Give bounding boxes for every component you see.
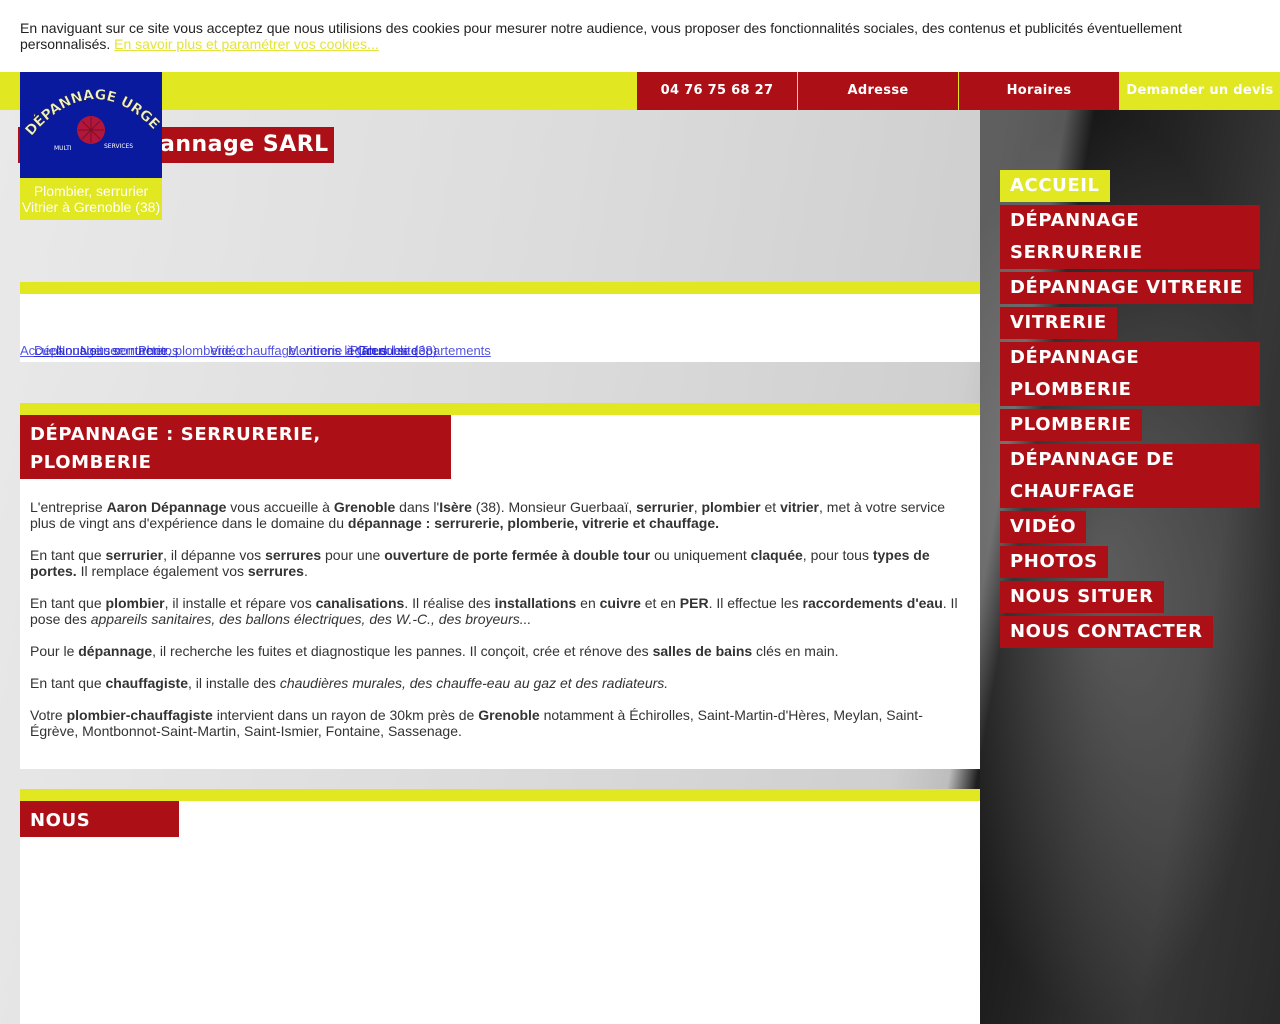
nav-item-nous-contacter[interactable]: NOUS CONTACTER xyxy=(1000,616,1213,648)
nav-item-depannage-vitrerie[interactable]: DÉPANNAGE VITRERIE xyxy=(1000,272,1253,304)
nav-label: DÉPANNAGE DE xyxy=(1010,449,1175,470)
breadcrumb-link[interactable]: Vidéo xyxy=(210,343,243,358)
nav-item-video[interactable]: VIDÉO xyxy=(1000,511,1087,543)
paragraph-repair: Pour le dépannage, il recherche les fuit… xyxy=(30,643,839,659)
breadcrumb: Accueil Dépannage : serrurerie, plomberi… xyxy=(20,343,620,361)
logo-caption-line1: Plombier, serrurier xyxy=(33,183,149,199)
nav-label: SERRURERIE xyxy=(1010,242,1143,263)
paragraph-locksmith: En tant que serrurier, il dépanne vos se… xyxy=(30,547,930,579)
nav-label: DÉPANNAGE xyxy=(1010,210,1140,231)
paragraph-plumber: En tant que plombier, il installe et rép… xyxy=(30,595,958,627)
breadcrumb-link[interactable]: Photos xyxy=(138,343,178,358)
map-section-title: NOUS SITUER xyxy=(20,801,179,859)
nav-label: DÉPANNAGE xyxy=(1010,347,1140,368)
nav-item-depannage-chauffage[interactable]: DÉPANNAGE DE CHAUFFAGE xyxy=(1000,444,1260,508)
breadcrumb-bar xyxy=(20,282,980,294)
cookie-banner: En naviguant sur ce site vous acceptez q… xyxy=(0,0,1280,72)
logo-sub-right: SERVICES xyxy=(104,143,133,150)
phone-button[interactable]: 04 76 75 68 27 xyxy=(637,72,797,110)
map-section-bar xyxy=(20,789,980,801)
nav-item-photos[interactable]: PHOTOS xyxy=(1000,546,1108,578)
nav-item-accueil[interactable]: ACCUEIL xyxy=(1000,170,1110,202)
logo-caption: Plombier, serrurier Vitrier à Grenoble (… xyxy=(20,178,162,220)
paragraph-heating: En tant que chauffagiste, il installe de… xyxy=(30,675,669,691)
logo-caption-line2: Vitrier à Grenoble (38) xyxy=(21,199,161,215)
main-nav: ACCUEIL DÉPANNAGE SERRURERIE DÉPANNAGE VI… xyxy=(1000,170,1260,651)
hours-button[interactable]: Horaires xyxy=(959,72,1119,110)
breadcrumb-link[interactable]: Tous les départements xyxy=(360,343,491,358)
logo-graphic: DÉPANNAGE URGENT MULTI SERVICES xyxy=(20,72,162,152)
paragraph-intro: L'entreprise Aaron Dépannage vous accuei… xyxy=(30,499,946,531)
logo-sub-left: MULTI xyxy=(54,145,72,152)
nav-item-nous-situer[interactable]: NOUS SITUER xyxy=(1000,581,1164,613)
cookie-settings-link[interactable]: En savoir plus et paramétrer vos cookies… xyxy=(114,36,379,52)
nav-item-depannage-serrurerie[interactable]: DÉPANNAGE SERRURERIE xyxy=(1000,205,1260,269)
nav-item-depannage-plomberie[interactable]: DÉPANNAGE PLOMBERIE xyxy=(1000,342,1260,406)
logo[interactable]: DÉPANNAGE URGENT MULTI SERVICES xyxy=(20,72,162,178)
main-title-line1: DÉPANNAGE : SERRURERIE, PLOMBERIE xyxy=(30,424,321,473)
request-quote-button[interactable]: Demander un devis xyxy=(1120,72,1280,110)
main-content: L'entreprise Aaron Dépannage vous accuei… xyxy=(30,499,965,755)
address-button[interactable]: Adresse xyxy=(798,72,958,110)
nav-item-plomberie[interactable]: PLOMBERIE xyxy=(1000,409,1142,441)
nav-label: CHAUFFAGE xyxy=(1010,481,1136,502)
nav-label: PLOMBERIE xyxy=(1010,379,1132,400)
main-section-title: DÉPANNAGE : SERRURERIE, PLOMBERIE CHAUFF… xyxy=(20,415,451,529)
nav-item-vitrerie[interactable]: VITRERIE xyxy=(1000,307,1117,339)
main-section-bar xyxy=(20,403,980,415)
paragraph-area: Votre plombier-chauffagiste intervient d… xyxy=(30,707,923,739)
